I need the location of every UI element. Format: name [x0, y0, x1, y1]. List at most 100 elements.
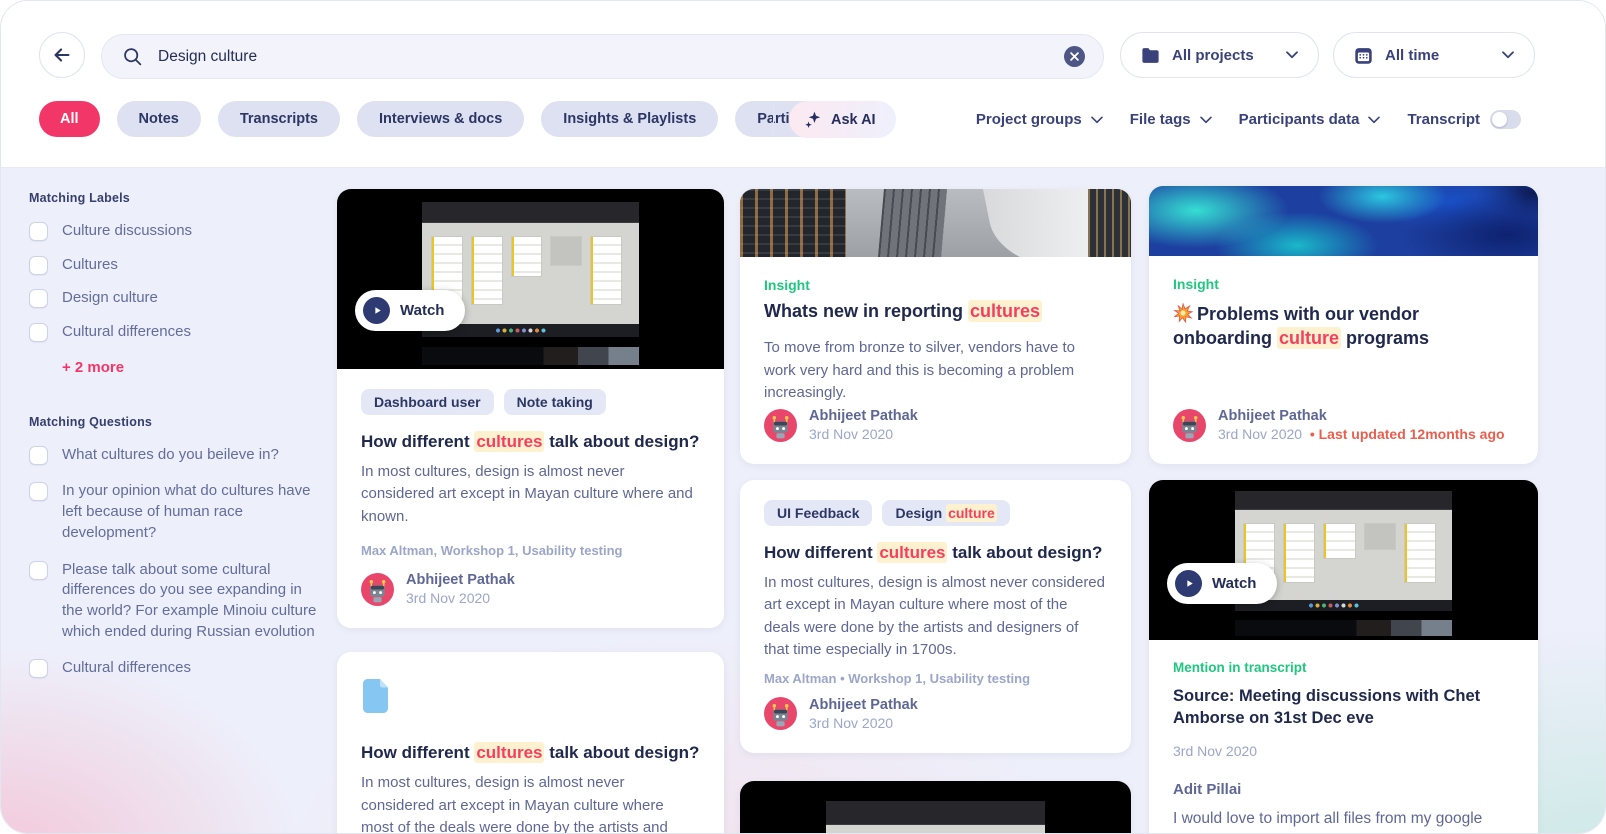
result-card-ui-feedback[interactable]: UI Feedback Design culture How different…: [740, 480, 1131, 753]
card-body: In most cultures, design is almost never…: [764, 572, 1107, 662]
tab-notes[interactable]: Notes: [117, 101, 201, 137]
card-meta: Max Altman • Workshop 1, Usability testi…: [764, 671, 1107, 686]
highlight: cultures: [474, 742, 544, 763]
card-body: In most cultures, design is almost never…: [361, 772, 700, 833]
close-icon: [1064, 46, 1085, 67]
label-filter-item[interactable]: Cultural differences: [29, 322, 321, 343]
app-window: All projects All time All Notes Transcri…: [0, 0, 1606, 834]
video-thumbnail: Watch: [1149, 480, 1538, 640]
ask-ai-button[interactable]: Ask AI: [789, 101, 896, 138]
file-tags-dropdown[interactable]: File tags: [1130, 111, 1212, 128]
result-card-insight-city[interactable]: Insight Whats new in reporting cultures …: [740, 189, 1131, 464]
watch-button[interactable]: Watch: [355, 290, 465, 331]
transcript-toggle[interactable]: [1490, 110, 1521, 129]
chevron-down-icon: [1091, 116, 1103, 124]
results-column-3: Insight Problems with our vendor onboard…: [1149, 186, 1538, 833]
question-filter-item[interactable]: What cultures do you beileve in?: [29, 445, 321, 466]
show-more-labels-button[interactable]: + 2 more: [62, 359, 124, 376]
question-filter-item[interactable]: Cultural differences: [29, 658, 321, 679]
card-body: In most cultures, design is almost never…: [361, 461, 700, 529]
question-filter-item[interactable]: In your opinion what do cultures have le…: [29, 481, 321, 543]
tag-row: Dashboard user Note taking: [361, 389, 700, 415]
author-name: Abhijeet Pathak: [809, 408, 918, 424]
result-card-video-partial[interactable]: [740, 781, 1131, 833]
search-icon: [122, 46, 143, 67]
play-icon: [363, 297, 390, 324]
checkbox[interactable]: [29, 446, 48, 465]
video-thumbnail: Watch: [337, 189, 724, 369]
checkbox[interactable]: [29, 222, 48, 241]
tag-chip[interactable]: Design culture: [882, 500, 1009, 526]
checkbox[interactable]: [29, 659, 48, 678]
result-kind-label: Insight: [764, 277, 1107, 293]
author-date: 3rd Nov 2020: [406, 590, 515, 606]
checkbox[interactable]: [29, 561, 48, 580]
checkbox[interactable]: [29, 289, 48, 308]
back-arrow-icon: [51, 44, 73, 66]
card-meta: Max Altman, Workshop 1, Usability testin…: [361, 543, 700, 558]
collision-emoji-icon: [1173, 303, 1193, 323]
avatar: [764, 409, 797, 442]
clear-search-button[interactable]: [1064, 46, 1085, 67]
avatar: [361, 573, 394, 606]
transcript-label: Transcript: [1407, 111, 1480, 128]
author-name: Abhijeet Pathak: [1218, 408, 1505, 424]
author-row: Abhijeet Pathak3rd Nov 2020: [764, 697, 1107, 731]
checkbox[interactable]: [29, 482, 48, 501]
card-body: To move from bronze to silver, vendors h…: [764, 337, 1107, 405]
project-groups-dropdown[interactable]: Project groups: [976, 111, 1103, 128]
label-filter-item[interactable]: Culture discussions: [29, 221, 321, 242]
tab-interviews-docs[interactable]: Interviews & docs: [357, 101, 524, 137]
tag-chip[interactable]: Note taking: [504, 389, 606, 415]
participants-data-dropdown[interactable]: Participants data: [1239, 111, 1381, 128]
result-card-insight-marble[interactable]: Insight Problems with our vendor onboard…: [1149, 186, 1538, 464]
matching-questions-title: Matching Questions: [29, 415, 321, 429]
back-button[interactable]: [39, 32, 85, 78]
calendar-icon: [1354, 46, 1373, 65]
card-title: Problems with our vendor onboarding cult…: [1173, 302, 1514, 351]
matching-labels-title: Matching Labels: [29, 191, 321, 205]
author-name: Abhijeet Pathak: [809, 697, 918, 713]
label-filter-item[interactable]: Cultures: [29, 255, 321, 276]
avatar: [764, 697, 797, 730]
checkbox[interactable]: [29, 323, 48, 342]
author-row: Abhijeet Pathak3rd Nov 2020: [361, 572, 700, 606]
tag-row: UI Feedback Design culture: [764, 500, 1107, 526]
secondary-filters: Project groups File tags Participants da…: [976, 101, 1521, 138]
author-row: Abhijeet Pathak 3rd Nov 2020 • Last upda…: [1173, 408, 1514, 442]
highlight: culture: [946, 504, 997, 522]
search-bar[interactable]: [101, 34, 1104, 79]
chevron-down-icon: [1200, 116, 1212, 124]
time-filter-label: All time: [1385, 47, 1490, 64]
tag-chip[interactable]: Dashboard user: [361, 389, 494, 415]
results-column-1: Watch Dashboard user Note taking How dif…: [337, 189, 724, 833]
card-title: How different cultures talk about design…: [361, 742, 700, 765]
last-updated-label: • Last updated 12months ago: [1310, 426, 1505, 442]
highlight: cultures: [474, 431, 544, 452]
highlight: cultures: [968, 300, 1042, 322]
label-filter-item[interactable]: Design culture: [29, 288, 321, 309]
result-card-transcript-mention[interactable]: Watch Mention in transcript Source: Meet…: [1149, 480, 1538, 833]
time-filter[interactable]: All time: [1333, 32, 1535, 78]
highlight: culture: [1277, 327, 1341, 349]
question-filter-item[interactable]: Please talk about some cultural differen…: [29, 560, 321, 643]
result-card-doc-note[interactable]: How different cultures talk about design…: [337, 652, 724, 833]
play-icon: [1175, 570, 1202, 597]
card-title: How different cultures talk about design…: [764, 542, 1107, 565]
tab-transcripts[interactable]: Transcripts: [218, 101, 340, 137]
card-date: 3rd Nov 2020: [1173, 743, 1514, 759]
divider: [773, 103, 774, 135]
sparkle-icon: [803, 110, 822, 129]
search-input[interactable]: [158, 48, 1064, 66]
tab-insights-playlists[interactable]: Insights & Playlists: [541, 101, 718, 137]
result-kind-label: Insight: [1173, 276, 1514, 292]
projects-filter[interactable]: All projects: [1120, 32, 1319, 78]
watch-button[interactable]: Watch: [1167, 563, 1277, 604]
checkbox[interactable]: [29, 256, 48, 275]
document-icon: [361, 678, 390, 714]
tab-all[interactable]: All: [39, 101, 100, 137]
results-area: Matching Labels Culture discussions Cult…: [1, 167, 1605, 833]
tag-chip[interactable]: UI Feedback: [764, 500, 872, 526]
result-card-video-note[interactable]: Watch Dashboard user Note taking How dif…: [337, 189, 724, 628]
folder-icon: [1141, 47, 1160, 64]
